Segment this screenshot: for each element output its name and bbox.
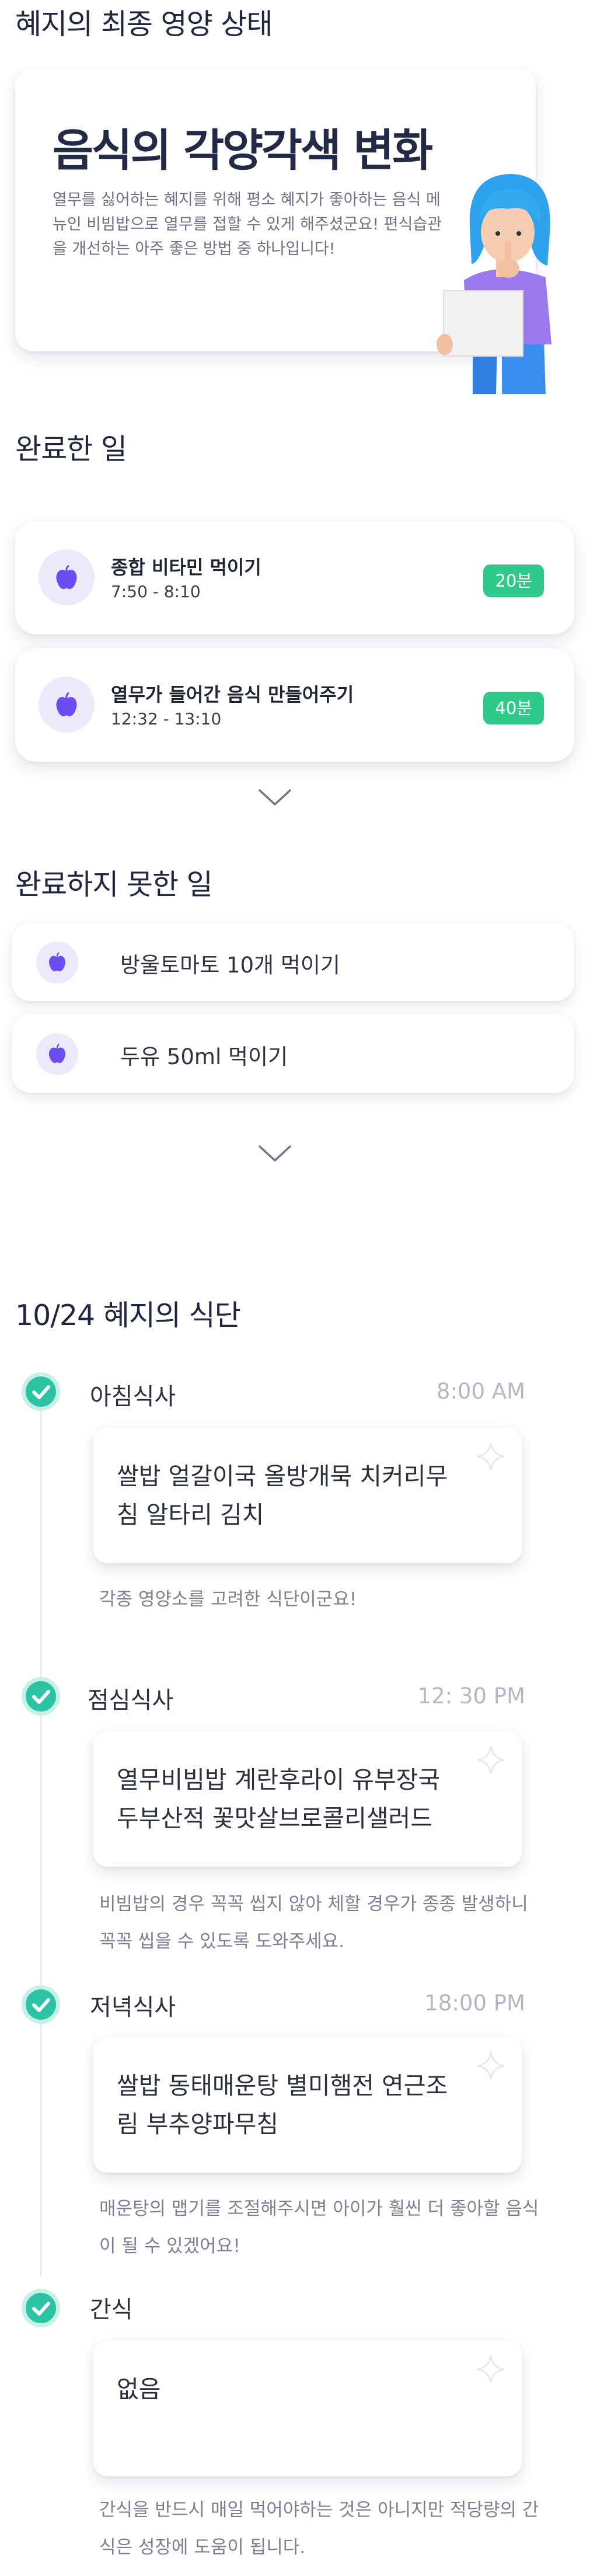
meal-note: 각종 영양소를 고려한 식단이군요! bbox=[99, 1589, 357, 1610]
nutrition-section-title: 혜지의 최종 영양 상태 bbox=[15, 8, 273, 41]
meal-time: 8:00 AM bbox=[436, 1379, 525, 1404]
meal-name: 점심식사 bbox=[88, 1687, 174, 1714]
meal-card[interactable]: 쌀밥 동태매운탕 별미햄전 연근조림 부추양파무침 bbox=[93, 2037, 522, 2173]
meal-note: 간식을 반드시 매일 먹어야하는 것은 아니지만 적당량의 간식은 성장에 도움… bbox=[99, 2500, 539, 2558]
duration-badge: 40분 bbox=[483, 692, 544, 724]
meal-card[interactable]: 열무비빔밥 계란후라이 유부장국 두부산적 꽃맛살브로콜리샐러드 bbox=[93, 1731, 522, 1867]
apple-icon bbox=[56, 692, 77, 716]
check-circle-icon bbox=[22, 2289, 60, 2327]
undone-task-label: 방울토마토 10개 먹이기 bbox=[120, 953, 340, 978]
chevron-down-icon bbox=[259, 1145, 291, 1162]
apple-icon bbox=[48, 1043, 66, 1063]
meal-note: 비빔밥의 경우 꼭꼭 씹지 않아 체할 경우가 종종 발생하니 꼭꼭 씹을 수 … bbox=[99, 1894, 528, 1952]
feature-headline: 음식의 각양각색 변화 bbox=[53, 124, 433, 176]
meal-time: 12: 30 PM bbox=[417, 1683, 525, 1709]
meal-menu: 없음 bbox=[117, 2375, 161, 2403]
timeline-line bbox=[40, 1389, 41, 2277]
done-task-item[interactable]: 종합 비타민 먹이기 7:50 - 8:10 20분 bbox=[15, 521, 574, 635]
done-section-title: 완료한 일 bbox=[15, 433, 127, 466]
apple-icon bbox=[48, 951, 66, 971]
meal-name: 아침식사 bbox=[90, 1383, 176, 1410]
sparkle-icon bbox=[477, 2052, 505, 2080]
duration-badge: 20분 bbox=[483, 564, 544, 597]
meal-card[interactable]: 쌀밥 얼갈이국 올방개묵 치커리무침 알타리 김치 bbox=[93, 1428, 522, 1563]
meal-note: 매운탕의 맵기를 조절해주시면 아이가 훨씬 더 좋아할 음식이 될 수 있겠어… bbox=[99, 2198, 539, 2257]
undone-task-label: 두유 50ml 먹이기 bbox=[120, 1044, 288, 1069]
done-task-item[interactable]: 열무가 들어간 음식 만들어주기 12:32 - 13:10 40분 bbox=[15, 649, 574, 762]
task-title: 종합 비타민 먹이기 bbox=[111, 556, 261, 578]
task-icon-bg bbox=[39, 677, 95, 733]
undone-task-item[interactable]: 두유 50ml 먹이기 bbox=[12, 1015, 574, 1093]
task-time: 7:50 - 8:10 bbox=[111, 582, 201, 601]
meal-card[interactable]: 없음 bbox=[93, 2341, 522, 2476]
meal-menu: 열무비빔밥 계란후라이 유부장국 두부산적 꽃맛살브로콜리샐러드 bbox=[117, 1766, 441, 1832]
task-icon-bg bbox=[36, 1033, 78, 1075]
feature-body: 열무를 싫어하는 혜지를 위해 평소 혜지가 좋아하는 음식 메뉴인 비빔밥으로… bbox=[53, 191, 442, 258]
meal-menu: 쌀밥 얼갈이국 올방개묵 치커리무침 알타리 김치 bbox=[117, 1462, 448, 1529]
meal-time: 18:00 PM bbox=[424, 1991, 525, 2016]
check-circle-icon bbox=[22, 1985, 60, 2024]
task-icon-bg bbox=[36, 942, 78, 984]
girl-illustration bbox=[409, 163, 584, 394]
check-circle-icon bbox=[22, 1677, 60, 1716]
sparkle-icon bbox=[477, 2355, 505, 2383]
chevron-down-icon bbox=[259, 789, 291, 806]
sparkle-icon bbox=[477, 1746, 505, 1774]
check-circle-icon bbox=[22, 1372, 60, 1411]
apple-icon bbox=[56, 564, 77, 589]
meal-name: 저녁식사 bbox=[90, 1994, 176, 2021]
task-title: 열무가 들어간 음식 만들어주기 bbox=[111, 684, 354, 706]
undone-section-title: 완료하지 못한 일 bbox=[15, 868, 213, 901]
diet-section-title: 10/24 혜지의 식단 bbox=[15, 1299, 241, 1332]
expand-done-button[interactable] bbox=[257, 788, 292, 810]
meal-menu: 쌀밥 동태매운탕 별미햄전 연근조림 부추양파무침 bbox=[117, 2072, 448, 2138]
task-time: 12:32 - 13:10 bbox=[111, 709, 222, 728]
sparkle-icon bbox=[477, 1442, 505, 1470]
task-icon-bg bbox=[39, 549, 95, 605]
undone-task-item[interactable]: 방울토마토 10개 먹이기 bbox=[12, 923, 574, 1001]
meal-name: 간식 bbox=[90, 2296, 133, 2323]
expand-undone-button[interactable] bbox=[257, 1144, 292, 1166]
